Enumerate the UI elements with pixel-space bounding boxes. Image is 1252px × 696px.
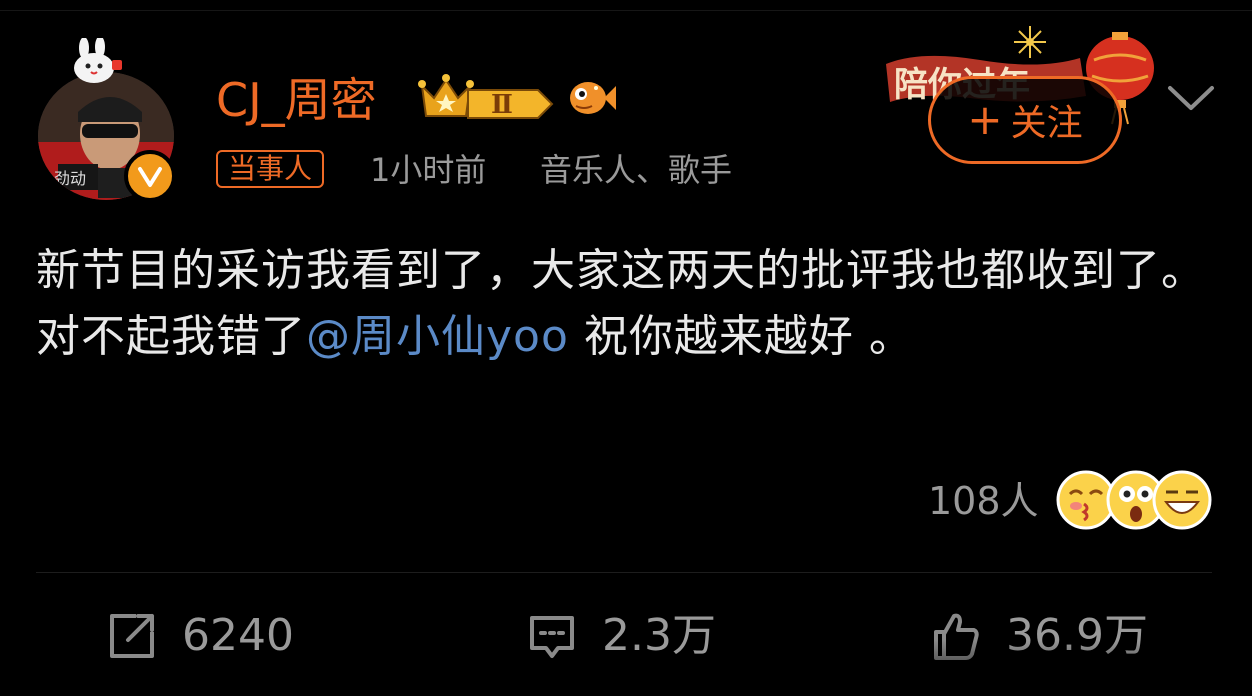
reaction-count[interactable]: 108人 bbox=[928, 478, 1039, 524]
repost-button[interactable]: 6240 bbox=[106, 606, 294, 666]
repost-count: 6240 bbox=[182, 610, 294, 661]
author-name[interactable]: CJ_周密 bbox=[216, 74, 377, 126]
top-divider bbox=[0, 10, 1252, 11]
weibo-post-page: 劲动 CJ_周密 Ⅱ 当事人 1小时前 音乐人、歌手 + 关注 新节目的采访我看… bbox=[0, 0, 1252, 696]
action-divider bbox=[36, 572, 1212, 573]
follow-label: 关注 bbox=[1010, 103, 1083, 144]
repost-icon bbox=[110, 614, 154, 658]
rabbit-mascot-icon bbox=[74, 38, 122, 83]
firework-icon bbox=[1014, 26, 1046, 58]
post-text-part2: 祝你越来越好 。 bbox=[568, 311, 914, 362]
comment-count: 2.3万 bbox=[602, 610, 716, 661]
plus-icon: + bbox=[967, 95, 1003, 144]
comment-icon bbox=[530, 616, 574, 658]
post-time: 1小时前 bbox=[370, 151, 487, 189]
verified-badge-icon bbox=[124, 150, 176, 202]
mention-link[interactable]: @周小仙yoo bbox=[306, 311, 569, 362]
follow-button[interactable]: + 关注 bbox=[928, 76, 1122, 164]
fish-badge-icon[interactable] bbox=[566, 74, 616, 120]
grin-emoji-icon[interactable] bbox=[1152, 470, 1212, 530]
author-profession: 音乐人、歌手 bbox=[540, 151, 733, 189]
vip-level-text: Ⅱ bbox=[491, 90, 513, 120]
avatar-caption: 劲动 bbox=[54, 169, 86, 188]
bottom-fade-overlay bbox=[930, 640, 1252, 696]
post-text: 新节目的采访我看到了，大家这两天的批评我也都收到了。对不起我错了@周小仙yoo … bbox=[36, 238, 1216, 370]
chevron-down-icon[interactable] bbox=[1164, 78, 1218, 116]
party-tag: 当事人 bbox=[216, 150, 325, 188]
vip-crown-icon[interactable]: Ⅱ bbox=[418, 72, 558, 124]
comment-button[interactable]: 2.3万 bbox=[526, 606, 716, 666]
